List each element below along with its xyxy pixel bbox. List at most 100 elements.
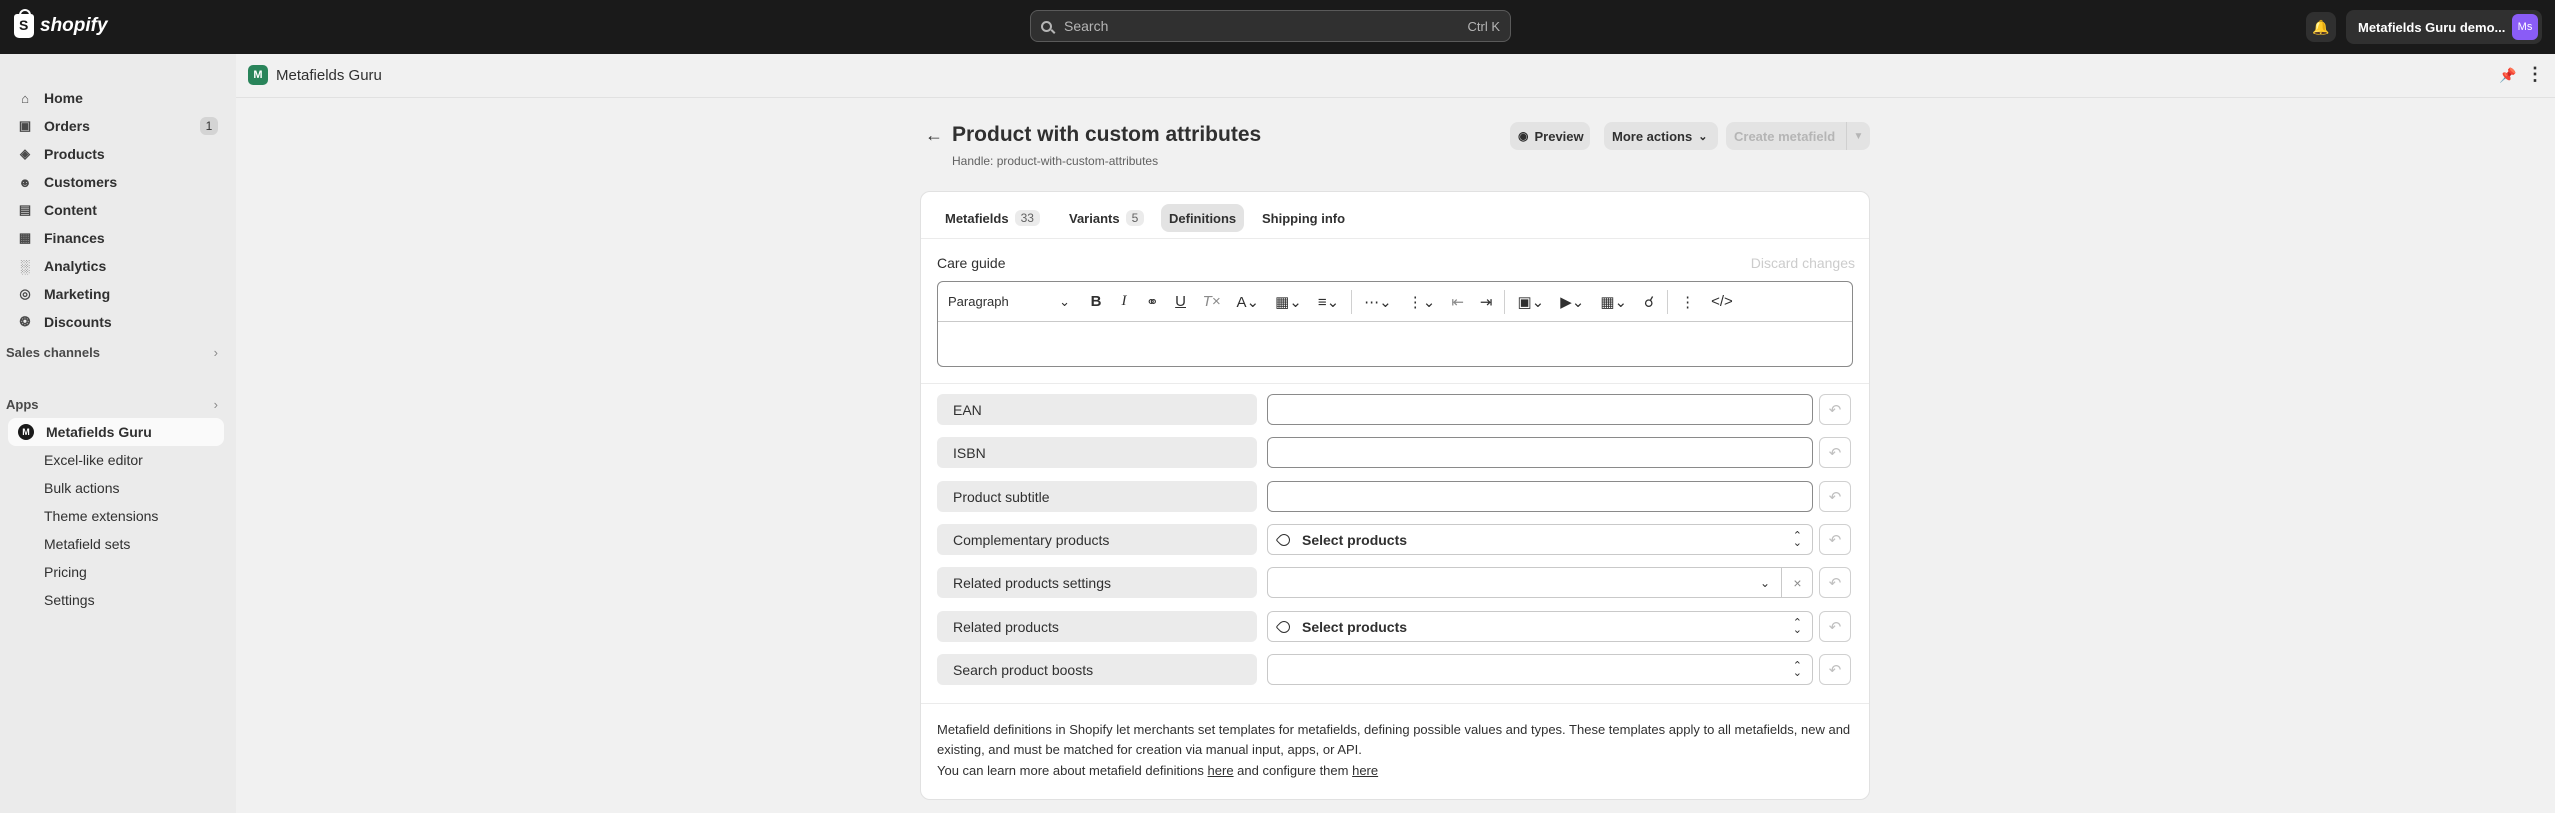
bank-icon: ▦: [18, 230, 32, 245]
tab-count: 33: [1014, 210, 1040, 226]
bullet-list-icon[interactable]: ⋯⌄: [1364, 293, 1392, 311]
sidebar-item-home[interactable]: ⌂ Home: [8, 84, 224, 112]
more-vertical-icon[interactable]: ⋮: [1680, 293, 1695, 311]
search-product-boosts-select[interactable]: ⌃ ⌄: [1267, 654, 1813, 685]
tab-metafields[interactable]: Metafields 33: [937, 204, 1048, 232]
undo-icon[interactable]: ↶: [1819, 481, 1851, 512]
related-products-settings-dropdown[interactable]: ⌄: [1267, 567, 1813, 598]
sidebar-item-label: Discounts: [44, 314, 112, 330]
underline-icon[interactable]: U: [1175, 293, 1187, 310]
divider: [1351, 289, 1353, 314]
learn-more-link[interactable]: here: [1208, 763, 1234, 778]
divider: [1667, 289, 1669, 314]
sidebar-subitem-excel-editor[interactable]: Excel-like editor: [44, 452, 143, 468]
sidebar-item-metafields-guru[interactable]: M Metafields Guru: [8, 418, 224, 446]
sales-channels-section[interactable]: Sales channels ›: [6, 345, 218, 360]
undo-icon[interactable]: ↶: [1819, 394, 1851, 425]
sidebar-item-products[interactable]: ◈ Products: [8, 140, 224, 168]
sidebar-item-content[interactable]: ▤ Content: [8, 196, 224, 224]
undo-icon[interactable]: ↶: [1819, 437, 1851, 468]
select-arrows-icon: ⌃ ⌄: [1792, 616, 1802, 636]
sidebar-item-customers[interactable]: ☻ Customers: [8, 168, 224, 196]
product-subtitle-input[interactable]: [1267, 481, 1813, 512]
undo-icon[interactable]: ↶: [1819, 611, 1851, 642]
editor-toolbar: Paragraph ⌄ B I ⚭ U T× A⌄ ▦⌄ ≡⌄ ⋯⌄ ⋮⌄ ⇤ …: [938, 282, 1852, 322]
tab-label: Definitions: [1169, 210, 1237, 226]
definitions-description: Metafield definitions in Shopify let mer…: [937, 722, 1851, 757]
link-icon[interactable]: ⚭: [1146, 293, 1159, 311]
configure-link[interactable]: here: [1352, 763, 1378, 778]
tab-label: Variants: [1069, 210, 1120, 226]
undo-icon[interactable]: ↶: [1819, 654, 1851, 685]
find-replace-icon[interactable]: ☌: [1643, 293, 1655, 311]
apps-section[interactable]: Apps ›: [6, 397, 218, 412]
more-options-icon[interactable]: ⋮: [2526, 64, 2544, 85]
sidebar: ⌂ Home ▣ Orders 1 ◈ Products ☻ Customers…: [0, 54, 236, 813]
tag-icon: [1275, 618, 1293, 635]
search-icon: [1041, 20, 1052, 32]
chevron-down-icon[interactable]: ▼: [1846, 122, 1870, 150]
sidebar-subitem-metafield-sets[interactable]: Metafield sets: [44, 536, 130, 552]
paragraph-style-select[interactable]: Paragraph ⌄: [948, 294, 1082, 310]
chart-icon: ░: [20, 258, 30, 274]
metafields-guru-app-icon: M: [18, 424, 34, 440]
video-icon[interactable]: ▶⌄: [1560, 293, 1584, 311]
select-products-label: Select products: [1302, 531, 1408, 548]
notifications-button[interactable]: 🔔: [2306, 12, 2336, 42]
code-view-icon[interactable]: </>: [1711, 293, 1733, 310]
sidebar-subitem-theme-extensions[interactable]: Theme extensions: [44, 508, 158, 524]
store-menu-button[interactable]: Metafields Guru demo... Ms: [2346, 10, 2542, 44]
text-color-icon[interactable]: A⌄: [1237, 293, 1260, 311]
chevron-right-icon: ›: [213, 345, 218, 360]
isbn-input[interactable]: [1267, 437, 1813, 468]
tag-icon: ◈: [20, 146, 30, 161]
shopify-logo[interactable]: shopify: [14, 9, 108, 38]
pin-icon[interactable]: 📌: [2499, 67, 2516, 84]
select-products-label: Select products: [1302, 618, 1408, 635]
sidebar-subitem-pricing[interactable]: Pricing: [44, 564, 87, 580]
ean-input[interactable]: [1267, 394, 1813, 425]
clear-icon[interactable]: ×: [1781, 567, 1813, 598]
tab-shipping-info[interactable]: Shipping info: [1254, 204, 1353, 232]
tab-variants[interactable]: Variants 5: [1061, 204, 1152, 232]
sidebar-item-orders[interactable]: ▣ Orders 1: [8, 112, 224, 140]
related-products-select[interactable]: Select products ⌃ ⌄: [1267, 611, 1813, 642]
search-bar[interactable]: Search Ctrl K: [1030, 10, 1511, 42]
outdent-icon[interactable]: ⇤: [1451, 293, 1464, 311]
orders-icon: ▣: [18, 118, 32, 133]
bold-icon[interactable]: B: [1090, 293, 1102, 310]
italic-icon[interactable]: I: [1118, 293, 1130, 310]
image-icon[interactable]: ▣⌄: [1517, 293, 1544, 311]
more-actions-button[interactable]: More actions ⌄: [1604, 122, 1718, 150]
rich-text-editor[interactable]: Paragraph ⌄ B I ⚭ U T× A⌄ ▦⌄ ≡⌄ ⋯⌄ ⋮⌄ ⇤ …: [937, 281, 1853, 367]
undo-icon[interactable]: ↶: [1819, 567, 1851, 598]
sidebar-item-discounts[interactable]: ❂ Discounts: [8, 308, 224, 336]
table-icon[interactable]: ▦⌄: [1600, 293, 1627, 311]
bell-icon: 🔔: [2312, 18, 2330, 35]
top-bar: shopify Search Ctrl K 🔔 Metafields Guru …: [0, 0, 2555, 54]
undo-icon[interactable]: ↶: [1819, 524, 1851, 555]
numbered-list-icon[interactable]: ⋮⌄: [1408, 293, 1436, 311]
preview-button[interactable]: ◉ Preview: [1510, 122, 1590, 150]
tab-label: Shipping info: [1262, 210, 1346, 226]
learn-more-text: You can learn more about metafield defin…: [937, 763, 1378, 778]
sidebar-item-marketing[interactable]: ◎ Marketing: [8, 280, 224, 308]
back-arrow-icon[interactable]: ←: [925, 125, 943, 146]
field-label-ean: EAN: [937, 394, 1257, 425]
clear-formatting-icon[interactable]: T×: [1203, 293, 1221, 310]
create-metafield-button[interactable]: Create metafield ▼: [1726, 122, 1870, 150]
sidebar-subitem-bulk-actions[interactable]: Bulk actions: [44, 480, 119, 496]
care-guide-label: Care guide: [937, 255, 1006, 271]
indent-icon[interactable]: ⇥: [1480, 293, 1493, 311]
align-icon[interactable]: ≡⌄: [1318, 293, 1339, 311]
tab-definitions[interactable]: Definitions: [1161, 204, 1245, 232]
sidebar-subitem-settings[interactable]: Settings: [44, 592, 95, 608]
sidebar-item-finances[interactable]: ▦ Finances: [8, 224, 224, 252]
highlight-icon[interactable]: ▦⌄: [1275, 293, 1302, 311]
complementary-products-select[interactable]: Select products ⌃ ⌄: [1267, 524, 1813, 555]
discard-changes-button[interactable]: Discard changes: [1751, 255, 1855, 271]
discount-icon: ❂: [19, 314, 31, 329]
app-header: M Metafields Guru 📌 ⋮: [236, 54, 2555, 98]
preview-label: Preview: [1534, 128, 1584, 144]
sidebar-item-analytics[interactable]: ░ Analytics: [8, 252, 224, 280]
